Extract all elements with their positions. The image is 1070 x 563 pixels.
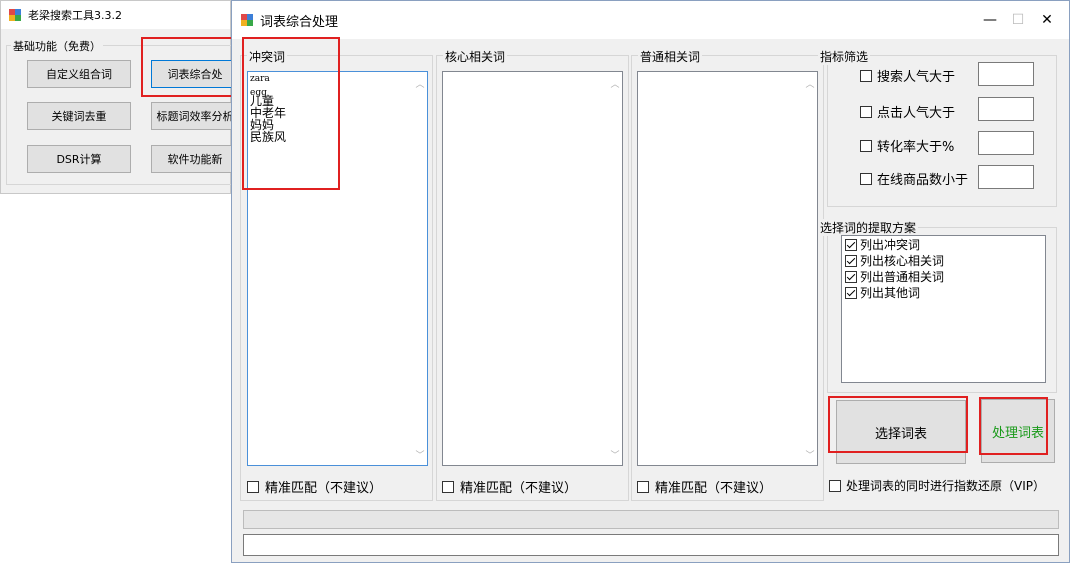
scheme-checklist[interactable]: 列出冲突词 列出核心相关词 列出普通相关词 列出其他词 — [841, 235, 1046, 383]
scheme-item-label: 列出冲突词 — [860, 238, 921, 252]
scheme-item[interactable]: 列出核心相关词 — [845, 254, 944, 268]
exact-match-core[interactable]: 精准匹配（不建议） — [442, 477, 577, 496]
filter-row-click[interactable]: 点击人气大于 — [860, 102, 955, 121]
checkbox-icon[interactable] — [860, 105, 872, 118]
scheme-item-label: 列出核心相关词 — [860, 254, 945, 268]
progress-bar — [243, 510, 1059, 529]
checkbox-checked-icon[interactable] — [845, 239, 857, 251]
highlight-select-table — [828, 396, 968, 453]
app-icon — [241, 13, 254, 27]
core-words-label: 核心相关词 — [443, 48, 508, 65]
filter-label: 指标筛选 — [818, 48, 871, 65]
exact-match-core-label: 精准匹配（不建议） — [460, 481, 578, 496]
filter-conversion-input[interactable] — [978, 131, 1034, 155]
scroll-up-arrow-icon[interactable]: ︿ — [415, 80, 425, 90]
checkbox-icon[interactable] — [860, 172, 872, 185]
scheme-item[interactable]: 列出其他词 — [845, 286, 920, 300]
checkbox-icon[interactable] — [829, 479, 841, 492]
scheme-item[interactable]: 列出冲突词 — [845, 238, 920, 252]
software-features-button[interactable]: 软件功能新 — [151, 145, 239, 173]
scroll-down-arrow-icon[interactable]: ﹀ — [805, 451, 815, 461]
filter-online-input[interactable] — [978, 165, 1034, 189]
dialog-title: 词表综合处理 — [260, 14, 339, 30]
scheme-item[interactable]: 列出普通相关词 — [845, 270, 944, 284]
checkbox-icon[interactable] — [637, 480, 649, 493]
checkbox-checked-icon[interactable] — [845, 287, 857, 299]
keyword-dedup-button[interactable]: 关键词去重 — [27, 102, 131, 130]
maximize-button[interactable]: ☐ — [1003, 8, 1033, 32]
exact-match-common[interactable]: 精准匹配（不建议） — [637, 477, 772, 496]
scheme-item-label: 列出普通相关词 — [860, 270, 945, 284]
checkbox-icon[interactable] — [247, 480, 259, 493]
highlight-conflict-words — [242, 37, 340, 190]
filter-row-online[interactable]: 在线商品数小于 — [860, 169, 968, 188]
highlight-process-table — [979, 397, 1048, 455]
scheme-label: 选择词的提取方案 — [818, 219, 919, 236]
checkbox-icon[interactable] — [442, 480, 454, 493]
exact-match-conflict[interactable]: 精准匹配（不建议） — [247, 477, 382, 496]
dialog-titlebar: 词表综合处理 — [232, 1, 1069, 39]
filter-click-label: 点击人气大于 — [877, 106, 956, 121]
checkbox-icon[interactable] — [860, 69, 872, 82]
checkbox-checked-icon[interactable] — [845, 255, 857, 267]
dialog-window: 词表综合处理 — ☐ ✕ 冲突词 zara egg 儿童 中老年 妈妈 民族风 … — [231, 0, 1070, 563]
checkbox-icon[interactable] — [860, 139, 872, 152]
scroll-down-arrow-icon[interactable]: ﹀ — [610, 451, 620, 461]
filter-search-input[interactable] — [978, 62, 1034, 86]
restore-index-option[interactable]: 处理词表的同时进行指数还原（VIP） — [829, 477, 1045, 494]
main-window: 老梁搜索工具3.3.2 基础功能（免费） 自定义组合词 词表综合处 关键词去重 … — [0, 0, 239, 194]
common-words-label: 普通相关词 — [638, 48, 703, 65]
restore-index-label: 处理词表的同时进行指数还原（VIP） — [846, 479, 1045, 493]
status-textbox[interactable] — [243, 534, 1059, 556]
scheme-item-label: 列出其他词 — [860, 286, 921, 300]
exact-match-common-label: 精准匹配（不建议） — [655, 481, 773, 496]
close-button[interactable]: ✕ — [1032, 8, 1062, 32]
dsr-button[interactable]: DSR计算 — [27, 145, 131, 173]
filter-online-label: 在线商品数小于 — [877, 173, 969, 188]
app-icon — [9, 8, 22, 22]
filter-search-label: 搜索人气大于 — [877, 70, 956, 85]
filter-conversion-label: 转化率大于% — [877, 140, 955, 155]
filter-row-conversion[interactable]: 转化率大于% — [860, 136, 954, 155]
basic-functions-label: 基础功能（免费） — [11, 38, 103, 54]
scroll-down-arrow-icon[interactable]: ﹀ — [415, 451, 425, 461]
main-window-title: 老梁搜索工具3.3.2 — [28, 9, 122, 22]
scroll-up-arrow-icon[interactable]: ︿ — [805, 80, 815, 90]
filter-row-search[interactable]: 搜索人气大于 — [860, 66, 955, 85]
minimize-button[interactable]: — — [975, 8, 1005, 32]
checkbox-checked-icon[interactable] — [845, 271, 857, 283]
custom-combo-button[interactable]: 自定义组合词 — [27, 60, 131, 88]
highlight-word-table-button — [141, 37, 236, 97]
filter-click-input[interactable] — [978, 97, 1034, 121]
exact-match-conflict-label: 精准匹配（不建议） — [265, 481, 383, 496]
core-words-list[interactable]: ︿ ﹀ — [442, 71, 623, 466]
main-window-titlebar: 老梁搜索工具3.3.2 — [1, 1, 230, 29]
scroll-up-arrow-icon[interactable]: ︿ — [610, 80, 620, 90]
title-efficiency-button[interactable]: 标题词效率分析 — [151, 102, 239, 130]
common-words-list[interactable]: ︿ ﹀ — [637, 71, 818, 466]
